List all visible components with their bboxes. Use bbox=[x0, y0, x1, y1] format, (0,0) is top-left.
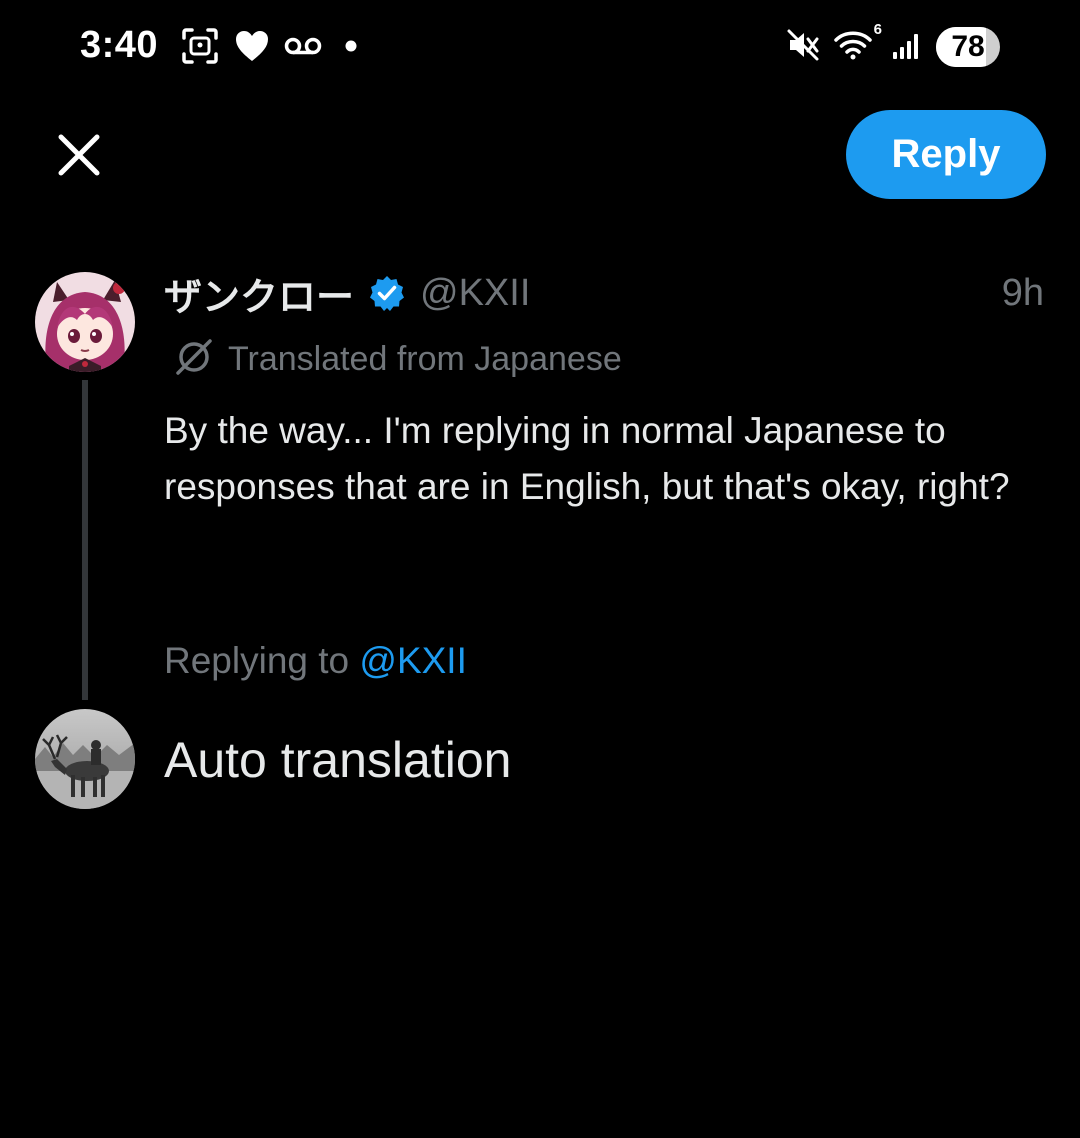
thread-line bbox=[82, 380, 88, 700]
screenshot-icon bbox=[180, 26, 220, 71]
tweet-time: 9h bbox=[1001, 271, 1044, 314]
translated-row[interactable]: Translated from Japanese bbox=[172, 335, 622, 383]
reply-composer-input[interactable]: Auto translation bbox=[164, 728, 1024, 792]
voicemail-icon bbox=[284, 35, 322, 62]
battery-level: 78 bbox=[951, 30, 985, 63]
status-time: 3:40 bbox=[80, 24, 159, 66]
reindeer-photo-avatar-image bbox=[35, 709, 135, 809]
tweet-header: ザンクロー @KXII 9h bbox=[164, 266, 1044, 321]
notification-dot-icon bbox=[344, 39, 358, 58]
tweet-body: By the way... I'm replying in normal Jap… bbox=[164, 410, 1010, 507]
vibrate-mute-icon bbox=[786, 28, 820, 67]
author-handle[interactable]: @KXII bbox=[420, 272, 530, 315]
status-bar: 3:40 6 78 bbox=[0, 0, 1080, 95]
translated-label: Translated from Japanese bbox=[228, 339, 622, 378]
reply-button[interactable]: Reply bbox=[846, 110, 1046, 199]
heart-icon bbox=[234, 29, 270, 68]
status-right-icons: 6 78 bbox=[786, 21, 1000, 68]
anime-character-avatar-image bbox=[35, 272, 135, 372]
replying-to-handle[interactable]: @KXII bbox=[359, 640, 466, 681]
wifi-label: 6 bbox=[873, 20, 882, 38]
cellular-signal-icon bbox=[892, 30, 922, 65]
verified-badge-icon bbox=[368, 274, 406, 312]
close-button[interactable] bbox=[50, 126, 108, 184]
translate-icon bbox=[172, 335, 216, 384]
user-avatar[interactable] bbox=[35, 709, 135, 809]
author-name[interactable]: ザンクロー bbox=[164, 266, 354, 321]
author-avatar[interactable] bbox=[35, 272, 135, 372]
wifi-icon: 6 bbox=[834, 21, 882, 66]
battery-icon: 78 bbox=[936, 27, 1000, 67]
replying-to-prefix: Replying to bbox=[164, 640, 360, 681]
replying-to: Replying to @KXII bbox=[164, 640, 467, 682]
status-left-icons bbox=[180, 26, 358, 71]
close-icon bbox=[58, 134, 100, 176]
